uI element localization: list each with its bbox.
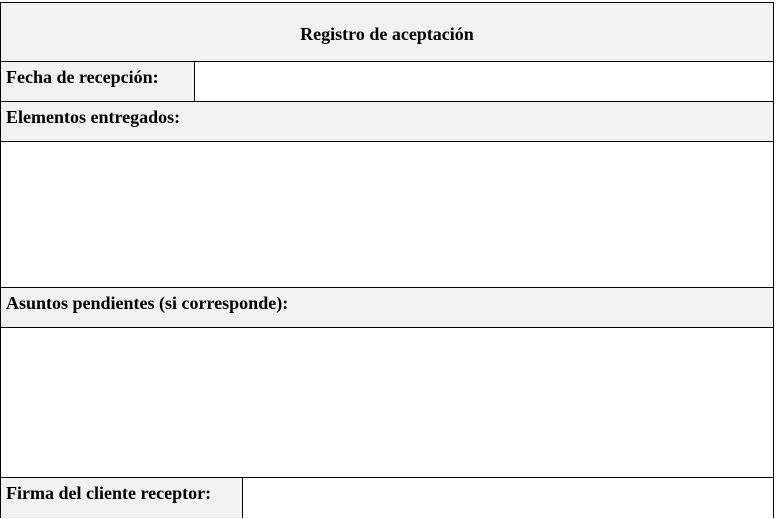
reception-date-row: Fecha de recepción:	[1, 61, 773, 101]
delivered-items-header: Elementos entregados:	[1, 101, 773, 141]
reception-date-field[interactable]	[195, 62, 773, 101]
pending-issues-label: Asuntos pendientes (si corresponde):	[6, 293, 289, 313]
client-signature-label-cell: Firma del cliente receptor:	[1, 478, 243, 518]
delivered-items-label: Elementos entregados:	[6, 107, 181, 127]
client-signature-row: Firma del cliente receptor:	[1, 477, 773, 518]
reception-date-label: Fecha de recepción:	[6, 67, 159, 87]
reception-date-label-cell: Fecha de recepción:	[1, 62, 195, 101]
delivered-items-field[interactable]	[1, 141, 773, 287]
client-signature-field[interactable]	[243, 478, 773, 518]
client-signature-label: Firma del cliente receptor:	[6, 483, 212, 503]
form-title: Registro de aceptación	[300, 24, 474, 44]
acceptance-record-form: Registro de aceptación Fecha de recepció…	[0, 2, 774, 518]
pending-issues-header: Asuntos pendientes (si corresponde):	[1, 287, 773, 327]
title-row: Registro de aceptación	[1, 3, 773, 61]
pending-issues-field[interactable]	[1, 327, 773, 477]
